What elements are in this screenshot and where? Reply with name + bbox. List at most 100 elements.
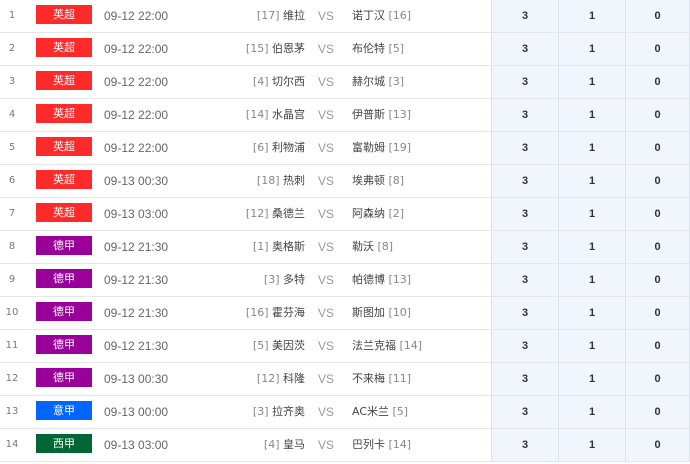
match-row[interactable]: 8 德甲 09-12 21:30 [1] 奥格斯 VS 勒沃 [8] 3 1 0	[0, 231, 690, 264]
match-row[interactable]: 13 意甲 09-13 00:00 [3] 拉齐奥 VS AC米兰 [5] 3 1 0	[0, 396, 690, 429]
home-team[interactable]: [14] 水晶宫	[205, 99, 305, 131]
away-team[interactable]: 赫尔城 [3]	[352, 66, 490, 98]
match-row[interactable]: 6 英超 09-13 00:30 [18] 热刺 VS 埃弗顿 [8] 3 1 0	[0, 165, 690, 198]
option-lose[interactable]: 0	[625, 396, 690, 428]
league-badge[interactable]: 英超	[36, 170, 92, 189]
option-draw[interactable]: 1	[558, 231, 625, 263]
option-win[interactable]: 3	[491, 330, 558, 362]
league-badge[interactable]: 德甲	[36, 335, 92, 354]
away-team[interactable]: 阿森纳 [2]	[352, 198, 490, 230]
league-badge[interactable]: 西甲	[36, 434, 92, 453]
option-lose[interactable]: 0	[625, 66, 690, 98]
option-draw[interactable]: 1	[558, 66, 625, 98]
away-team[interactable]: 富勒姆 [19]	[352, 132, 490, 164]
home-team[interactable]: [4] 切尔西	[205, 66, 305, 98]
league-badge[interactable]: 英超	[36, 71, 92, 90]
away-team[interactable]: 布伦特 [5]	[352, 33, 490, 65]
option-win[interactable]: 3	[491, 297, 558, 329]
home-team[interactable]: [17] 维拉	[205, 0, 305, 32]
option-lose[interactable]: 0	[625, 363, 690, 395]
home-team[interactable]: [18] 热刺	[205, 165, 305, 197]
away-team[interactable]: 法兰克福 [14]	[352, 330, 490, 362]
league-badge[interactable]: 英超	[36, 104, 92, 123]
option-win[interactable]: 3	[491, 429, 558, 461]
option-lose[interactable]: 0	[625, 429, 690, 461]
away-team[interactable]: 诺丁汉 [16]	[352, 0, 490, 32]
option-win[interactable]: 3	[491, 66, 558, 98]
match-row[interactable]: 4 英超 09-12 22:00 [14] 水晶宫 VS 伊普斯 [13] 3 1 0	[0, 99, 690, 132]
league-badge[interactable]: 德甲	[36, 236, 92, 255]
league-badge[interactable]: 意甲	[36, 401, 92, 420]
home-team[interactable]: [5] 美因茨	[205, 330, 305, 362]
home-team[interactable]: [16] 霍芬海	[205, 297, 305, 329]
away-team[interactable]: 巴列卡 [14]	[352, 429, 490, 461]
home-team[interactable]: [3] 多特	[205, 264, 305, 296]
home-team[interactable]: [6] 利物浦	[205, 132, 305, 164]
option-draw[interactable]: 1	[558, 396, 625, 428]
option-lose[interactable]: 0	[625, 198, 690, 230]
league-badge[interactable]: 德甲	[36, 368, 92, 387]
option-win[interactable]: 3	[491, 198, 558, 230]
away-team[interactable]: 伊普斯 [13]	[352, 99, 490, 131]
match-row[interactable]: 1 英超 09-12 22:00 [17] 维拉 VS 诺丁汉 [16] 3 1 0	[0, 0, 690, 33]
option-lose[interactable]: 0	[625, 330, 690, 362]
option-win[interactable]: 3	[491, 396, 558, 428]
option-win[interactable]: 3	[491, 99, 558, 131]
option-draw[interactable]: 1	[558, 429, 625, 461]
league-badge[interactable]: 英超	[36, 137, 92, 156]
option-draw[interactable]: 1	[558, 165, 625, 197]
away-team[interactable]: 不来梅 [11]	[352, 363, 490, 395]
option-win[interactable]: 3	[491, 165, 558, 197]
option-draw[interactable]: 1	[558, 99, 625, 131]
option-lose[interactable]: 0	[625, 33, 690, 65]
option-lose[interactable]: 0	[625, 297, 690, 329]
option-draw[interactable]: 1	[558, 330, 625, 362]
away-rank: [13]	[388, 108, 412, 121]
option-lose[interactable]: 0	[625, 264, 690, 296]
home-team[interactable]: [3] 拉齐奥	[205, 396, 305, 428]
league-badge[interactable]: 英超	[36, 38, 92, 57]
option-lose[interactable]: 0	[625, 0, 690, 32]
home-team[interactable]: [12] 科隆	[205, 363, 305, 395]
option-lose[interactable]: 0	[625, 165, 690, 197]
away-team[interactable]: 帕德博 [13]	[352, 264, 490, 296]
option-lose[interactable]: 0	[625, 99, 690, 131]
option-draw[interactable]: 1	[558, 0, 625, 32]
league-badge[interactable]: 英超	[36, 203, 92, 222]
match-row[interactable]: 14 西甲 09-13 03:00 [4] 皇马 VS 巴列卡 [14] 3 1 0	[0, 429, 690, 462]
match-row[interactable]: 7 英超 09-13 03:00 [12] 桑德兰 VS 阿森纳 [2] 3 1 0	[0, 198, 690, 231]
away-team[interactable]: 斯图加 [10]	[352, 297, 490, 329]
option-draw[interactable]: 1	[558, 363, 625, 395]
option-draw[interactable]: 1	[558, 132, 625, 164]
match-row[interactable]: 3 英超 09-12 22:00 [4] 切尔西 VS 赫尔城 [3] 3 1 0	[0, 66, 690, 99]
home-team[interactable]: [1] 奥格斯	[205, 231, 305, 263]
option-draw[interactable]: 1	[558, 297, 625, 329]
option-win[interactable]: 3	[491, 33, 558, 65]
league-badge[interactable]: 德甲	[36, 302, 92, 321]
league-badge[interactable]: 德甲	[36, 269, 92, 288]
match-row[interactable]: 9 德甲 09-12 21:30 [3] 多特 VS 帕德博 [13] 3 1 0	[0, 264, 690, 297]
row-index: 8	[8, 241, 16, 252]
option-lose[interactable]: 0	[625, 132, 690, 164]
option-win[interactable]: 3	[491, 363, 558, 395]
option-win[interactable]: 3	[491, 132, 558, 164]
match-row[interactable]: 5 英超 09-12 22:00 [6] 利物浦 VS 富勒姆 [19] 3 1 0	[0, 132, 690, 165]
home-team[interactable]: [15] 伯恩茅	[205, 33, 305, 65]
option-draw[interactable]: 1	[558, 264, 625, 296]
option-lose[interactable]: 0	[625, 231, 690, 263]
home-team[interactable]: [4] 皇马	[205, 429, 305, 461]
option-win[interactable]: 3	[491, 231, 558, 263]
league-badge[interactable]: 英超	[36, 5, 92, 24]
option-draw[interactable]: 1	[558, 198, 625, 230]
match-row[interactable]: 12 德甲 09-13 00:30 [12] 科隆 VS 不来梅 [11] 3 1 0	[0, 363, 690, 396]
option-win[interactable]: 3	[491, 264, 558, 296]
away-team[interactable]: AC米兰 [5]	[352, 396, 490, 428]
option-draw[interactable]: 1	[558, 33, 625, 65]
away-team[interactable]: 勒沃 [8]	[352, 231, 490, 263]
option-win[interactable]: 3	[491, 0, 558, 32]
home-team[interactable]: [12] 桑德兰	[205, 198, 305, 230]
match-row[interactable]: 11 德甲 09-12 21:30 [5] 美因茨 VS 法兰克福 [14] 3 1 0	[0, 330, 690, 363]
away-team[interactable]: 埃弗顿 [8]	[352, 165, 490, 197]
match-row[interactable]: 10 德甲 09-12 21:30 [16] 霍芬海 VS 斯图加 [10] 3 1 0	[0, 297, 690, 330]
match-row[interactable]: 2 英超 09-12 22:00 [15] 伯恩茅 VS 布伦特 [5] 3 1 0	[0, 33, 690, 66]
